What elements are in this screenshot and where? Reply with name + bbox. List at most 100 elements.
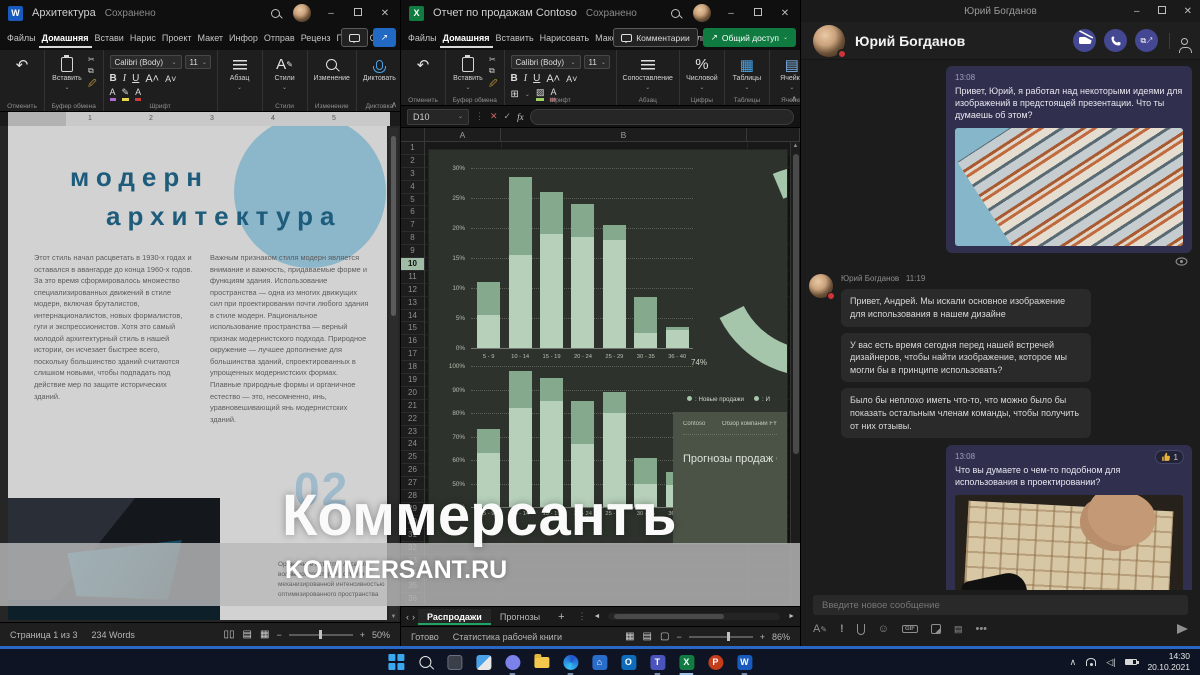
workbook-stats[interactable]: Статистика рабочей книги — [453, 632, 562, 642]
message-bubble[interactable]: У вас есть время сегодня перед нашей вст… — [841, 333, 1091, 383]
tab-Домашняя[interactable]: Домашняя — [39, 28, 92, 48]
search-icon[interactable] — [271, 9, 280, 18]
tab-Вставить[interactable]: Вставить — [493, 28, 537, 48]
next-sheet-icon[interactable]: › — [412, 612, 415, 622]
tab-Встави[interactable]: Встави — [92, 28, 127, 48]
taskbar-search-icon[interactable] — [414, 651, 436, 673]
row-header-14[interactable]: 14 — [401, 310, 424, 323]
share-button[interactable]: ↗ Общий доступ ⌄ — [703, 28, 796, 47]
hscroll-right-icon[interactable]: ► — [788, 613, 795, 620]
italic-button[interactable]: I — [123, 73, 126, 84]
row-header-8[interactable]: 8 — [401, 232, 424, 245]
zoom-level[interactable]: 50% — [372, 630, 390, 640]
emoji-icon[interactable]: ☺ — [878, 623, 889, 635]
row-header-15[interactable]: 15 — [401, 322, 424, 335]
font-size-select[interactable]: 11⌄ — [584, 55, 610, 69]
maximize-button[interactable] — [751, 8, 765, 19]
close-button[interactable]: ✕ — [778, 8, 792, 19]
bar-25 - 29[interactable] — [603, 225, 626, 348]
minimize-button[interactable]: – — [324, 8, 338, 19]
format-painter-icon[interactable]: 🖉 — [88, 78, 97, 92]
message-bubble[interactable]: Было бы неплохо иметь что-то, что можно … — [841, 388, 1091, 438]
formula-input[interactable] — [530, 109, 794, 125]
avatar[interactable] — [693, 4, 711, 22]
close-button[interactable]: ✕ — [378, 8, 392, 19]
paste-button[interactable]: Вставить⌄ — [51, 55, 83, 91]
task-view-icon[interactable] — [443, 651, 465, 673]
row-header-24[interactable]: 24 — [401, 438, 424, 451]
page-break-icon[interactable]: ▢ — [660, 631, 669, 642]
row-header-22[interactable]: 22 — [401, 413, 424, 426]
text-effects-button[interactable]: А — [110, 88, 116, 101]
font-name-select[interactable]: Calibri (Body)⌄ — [110, 55, 182, 69]
row-header-25[interactable]: 25 — [401, 451, 424, 464]
start-button[interactable] — [385, 651, 407, 673]
page-layout-icon[interactable]: ▤ — [643, 631, 652, 642]
message-bubble[interactable]: Привет, Андрей. Мы искали основное изобр… — [841, 289, 1091, 326]
cells-button[interactable]: ▤Ячейки⌄ — [776, 55, 800, 91]
dictate-button[interactable]: Диктовать — [363, 55, 396, 82]
send-icon[interactable] — [1177, 624, 1188, 634]
copy-icon[interactable]: ⧉ — [489, 66, 498, 76]
bold-button[interactable]: B — [110, 73, 117, 84]
tab-Файлы[interactable]: Файлы — [4, 28, 39, 48]
number-format-button[interactable]: %Числовой⌄ — [686, 55, 718, 91]
format-icon[interactable]: A✎ — [813, 623, 827, 635]
collapse-ribbon-icon[interactable]: ∧ — [791, 94, 797, 103]
word-icon[interactable]: W — [733, 651, 755, 673]
volume-icon[interactable]: ◁| — [1106, 657, 1115, 668]
teams-icon[interactable]: T — [646, 651, 668, 673]
tab-Файлы[interactable]: Файлы — [405, 28, 440, 48]
highlight-button[interactable]: ✎ — [122, 88, 130, 101]
word-count[interactable]: 234 Words — [91, 630, 134, 640]
store-icon[interactable]: ⌂ — [588, 651, 610, 673]
powerpoint-icon[interactable]: P — [704, 651, 726, 673]
sender-avatar[interactable] — [809, 274, 833, 298]
tab-Нарисовать[interactable]: Нарисовать — [537, 28, 592, 48]
collapse-ribbon-icon[interactable]: ∧ — [391, 100, 397, 109]
file-explorer-icon[interactable] — [530, 651, 552, 673]
row-header-10[interactable]: 10 — [401, 258, 424, 271]
read-mode-icon[interactable]: ▯▯ — [224, 629, 235, 640]
tab-Макет[interactable]: Макет — [195, 28, 226, 48]
zoom-slider[interactable] — [289, 634, 353, 636]
bar-10 - 14[interactable] — [509, 177, 532, 348]
bar-20 - 24[interactable] — [571, 204, 594, 348]
row-header-9[interactable]: 9 — [401, 245, 424, 258]
row-header-7[interactable]: 7 — [401, 219, 424, 232]
sheet-tab-Распродажи[interactable]: Распродажи — [418, 609, 491, 625]
edge-icon[interactable] — [559, 651, 581, 673]
row-header-18[interactable]: 18 — [401, 361, 424, 374]
gif-icon[interactable]: GIF — [902, 625, 918, 633]
video-call-button[interactable] — [1073, 29, 1096, 52]
shrink-font-button[interactable]: A˅ — [165, 74, 176, 84]
select-all-corner[interactable] — [401, 128, 425, 141]
shrink-font-button[interactable]: A˅ — [566, 74, 577, 84]
comments-button[interactable]: Комментарии — [613, 28, 698, 47]
row-header-1[interactable]: 1 — [401, 142, 424, 155]
maximize-button[interactable] — [351, 8, 365, 19]
comments-button[interactable] — [341, 28, 368, 47]
wifi-icon[interactable] — [1086, 658, 1096, 666]
editing-button[interactable]: Изменение — [314, 55, 350, 82]
excel-vertical-scrollbar[interactable]: ▲ — [790, 142, 800, 606]
bold-button[interactable]: B — [511, 73, 518, 84]
bar-5 - 9[interactable] — [477, 282, 500, 348]
grow-font-button[interactable]: A˄ — [546, 73, 560, 85]
stream-icon[interactable]: ▤ — [954, 624, 963, 635]
add-sheet-button[interactable]: + — [552, 611, 570, 623]
sheet-tab-Прогнозы[interactable]: Прогнозы — [491, 609, 549, 625]
paste-button[interactable]: Вставить⌄ — [452, 55, 484, 91]
prev-sheet-icon[interactable]: ‹ — [406, 612, 409, 622]
row-header-21[interactable]: 21 — [401, 400, 424, 413]
sticker-icon[interactable] — [931, 624, 941, 634]
copy-icon[interactable]: ⧉ — [88, 66, 97, 76]
clock[interactable]: 14:30 20.10.2021 — [1147, 651, 1190, 673]
row-header-4[interactable]: 4 — [401, 181, 424, 194]
tab-Домашняя[interactable]: Домашняя — [440, 28, 493, 48]
minimize-button[interactable]: – — [1134, 6, 1140, 17]
web-layout-icon[interactable]: ▦ — [260, 629, 269, 640]
zoom-level[interactable]: 86% — [772, 632, 790, 642]
excel-icon[interactable]: X — [675, 651, 697, 673]
share-button[interactable]: ↗ — [373, 28, 396, 47]
